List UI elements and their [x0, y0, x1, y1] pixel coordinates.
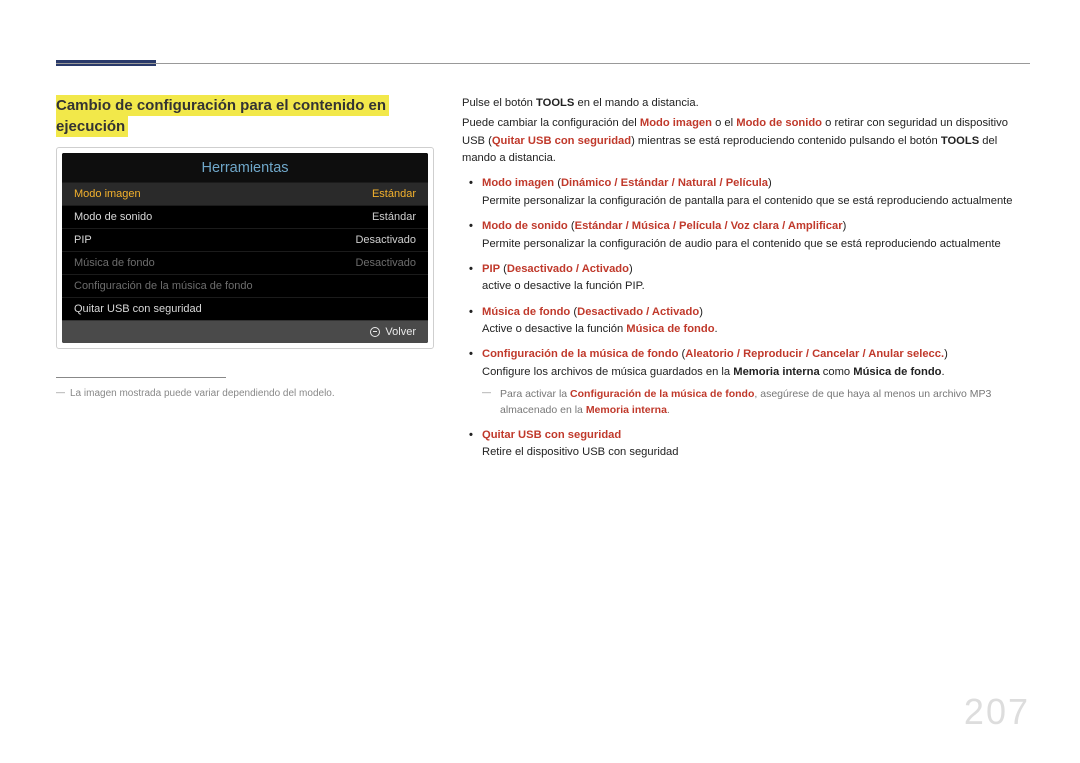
feature-desc: active o desactive la función PIP. — [482, 278, 1030, 295]
feature-title: Configuración de la música de fondo — [482, 348, 678, 360]
menu-row-value: Desactivado — [355, 234, 416, 246]
feature-title: Quitar USB con seguridad — [482, 429, 621, 441]
feature-config-musica: Configuración de la música de fondo (Ale… — [462, 346, 1030, 418]
text: Puede cambiar la configuración del — [462, 117, 640, 129]
feature-quitar-usb: Quitar USB con seguridad Retire el dispo… — [462, 427, 1030, 462]
menu-row-config-musica[interactable]: Configuración de la música de fondo — [62, 274, 428, 297]
feature-modo-imagen: Modo imagen (Dinámico / Estándar / Natur… — [462, 175, 1030, 210]
text: Active o desactive la función — [482, 323, 626, 335]
modo-sonido-term: Modo de sonido — [736, 117, 822, 129]
page: Cambio de configuración para el contenid… — [0, 0, 1080, 763]
feature-musica-fondo: Música de fondo (Desactivado / Activado)… — [462, 304, 1030, 339]
term: Memoria interna — [733, 366, 819, 378]
feature-options: Aleatorio / Reproducir / Cancelar / Anul… — [685, 348, 944, 360]
feature-desc: Configure los archivos de música guardad… — [482, 364, 1030, 381]
feature-list: Modo imagen (Dinámico / Estándar / Natur… — [462, 175, 1030, 461]
menu-row-value: Desactivado — [355, 257, 416, 269]
text: . — [715, 323, 718, 335]
menu-row-musica-fondo[interactable]: Música de fondo Desactivado — [62, 251, 428, 274]
menu-row-label: Configuración de la música de fondo — [74, 280, 253, 292]
feature-options: Dinámico / Estándar / Natural / Película — [561, 177, 768, 189]
left-footnote: La imagen mostrada puede variar dependie… — [56, 388, 434, 399]
modo-imagen-term: Modo imagen — [640, 117, 712, 129]
section-title-line2: ejecución — [56, 116, 128, 137]
menu-row-modo-sonido[interactable]: Modo de sonido Estándar — [62, 205, 428, 228]
text: ) — [629, 263, 633, 275]
text: ) — [944, 348, 948, 360]
feature-desc: Permite personalizar la configuración de… — [482, 236, 1030, 253]
term: Configuración de la música de fondo — [570, 388, 754, 400]
term: Música de fondo — [853, 366, 941, 378]
menu-row-pip[interactable]: PIP Desactivado — [62, 228, 428, 251]
tools-menu: Herramientas Modo imagen Estándar Modo d… — [62, 153, 428, 343]
feature-title: PIP — [482, 263, 500, 275]
page-number: 207 — [964, 691, 1030, 733]
text: . — [667, 404, 670, 416]
menu-row-label: Música de fondo — [74, 257, 155, 269]
menu-title: Herramientas — [62, 153, 428, 182]
menu-row-value: Estándar — [372, 188, 416, 200]
feature-desc: Retire el dispositivo USB con seguridad — [482, 444, 1030, 461]
feature-title: Música de fondo — [482, 306, 570, 318]
header-rule — [56, 63, 1030, 64]
menu-row-quitar-usb[interactable]: Quitar USB con seguridad — [62, 297, 428, 320]
right-column: Pulse el botón TOOLS en el mando a dista… — [462, 95, 1030, 461]
feature-subnote: Para activar la Configuración de la músi… — [482, 387, 1030, 419]
menu-footer: Volver — [62, 320, 428, 343]
text: ) mientras se está reproduciendo conteni… — [631, 135, 941, 147]
return-icon — [370, 327, 380, 337]
tools-term: TOOLS — [941, 135, 979, 147]
text: como — [820, 366, 854, 378]
menu-frame: Herramientas Modo imagen Estándar Modo d… — [56, 147, 434, 349]
text: . — [942, 366, 945, 378]
menu-footer-label: Volver — [385, 326, 416, 338]
quitar-usb-term: Quitar USB con seguridad — [492, 135, 631, 147]
footnote-rule — [56, 377, 226, 378]
menu-row-value: Estándar — [372, 211, 416, 223]
intro-p2: Puede cambiar la configuración del Modo … — [462, 115, 1030, 167]
content: Cambio de configuración para el contenid… — [56, 95, 1030, 461]
section-title: Cambio de configuración para el contenid… — [56, 95, 434, 137]
text: o el — [712, 117, 736, 129]
term: Memoria interna — [586, 404, 667, 416]
term: Música de fondo — [626, 323, 714, 335]
tools-term: TOOLS — [536, 97, 574, 109]
feature-title: Modo de sonido — [482, 220, 568, 232]
feature-options: Estándar / Música / Película / Voz clara… — [575, 220, 843, 232]
feature-options: Desactivado / Activado — [577, 306, 699, 318]
text: Para activar la — [500, 388, 570, 400]
menu-row-label: Modo de sonido — [74, 211, 152, 223]
text: Configure los archivos de música guardad… — [482, 366, 733, 378]
feature-desc: Permite personalizar la configuración de… — [482, 193, 1030, 210]
text: ) — [843, 220, 847, 232]
text: Pulse el botón — [462, 97, 536, 109]
feature-options: Desactivado / Activado — [507, 263, 629, 275]
intro-p1: Pulse el botón TOOLS en el mando a dista… — [462, 95, 1030, 112]
section-title-line1: Cambio de configuración para el contenid… — [56, 95, 389, 116]
menu-row-label: Modo imagen — [74, 188, 141, 200]
feature-title: Modo imagen — [482, 177, 554, 189]
feature-pip: PIP (Desactivado / Activado) active o de… — [462, 261, 1030, 296]
text: ) — [699, 306, 703, 318]
text: ) — [768, 177, 772, 189]
feature-modo-sonido: Modo de sonido (Estándar / Música / Pelí… — [462, 218, 1030, 253]
feature-desc: Active o desactive la función Música de … — [482, 321, 1030, 338]
left-column: Cambio de configuración para el contenid… — [56, 95, 434, 461]
menu-row-label: PIP — [74, 234, 92, 246]
text: en el mando a distancia. — [574, 97, 698, 109]
menu-row-label: Quitar USB con seguridad — [74, 303, 202, 315]
menu-row-modo-imagen[interactable]: Modo imagen Estándar — [62, 182, 428, 205]
